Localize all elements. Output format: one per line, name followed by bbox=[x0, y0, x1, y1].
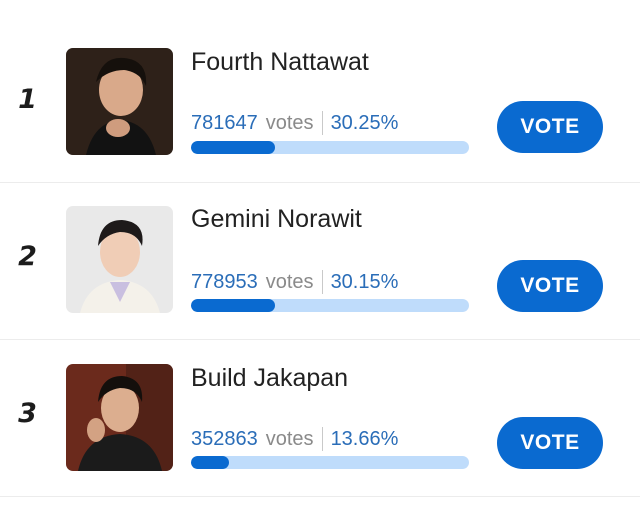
vote-percentage: 30.15% bbox=[330, 270, 399, 293]
vote-progress-fill bbox=[191, 141, 276, 154]
candidate-photo bbox=[66, 364, 173, 471]
rank-number: 1 bbox=[18, 84, 37, 115]
candidate-photo bbox=[66, 48, 173, 155]
vote-stats: 352863 votes 13.66% bbox=[191, 426, 398, 452]
vote-progress-bar bbox=[191, 299, 469, 312]
vote-progress-bar bbox=[191, 456, 469, 469]
candidate-photo bbox=[66, 206, 173, 313]
vote-percentage: 13.66% bbox=[330, 427, 399, 450]
vote-percentage: 30.25% bbox=[330, 111, 399, 134]
vote-progress-bar bbox=[191, 141, 469, 154]
candidate-row: 1 Fourth Nattawat 781647 votes 30.25% VO… bbox=[0, 26, 640, 183]
divider bbox=[321, 270, 323, 294]
divider bbox=[321, 427, 323, 451]
portrait-photo-icon bbox=[66, 48, 173, 155]
divider bbox=[321, 111, 323, 135]
vote-stats: 778953 votes 30.15% bbox=[191, 269, 398, 295]
vote-progress-fill bbox=[191, 299, 275, 312]
rank-number: 2 bbox=[18, 241, 37, 272]
votes-label: votes bbox=[265, 270, 314, 293]
vote-button[interactable]: VOTE bbox=[497, 417, 603, 469]
vote-count: 352863 bbox=[191, 427, 258, 450]
votes-label: votes bbox=[265, 427, 314, 450]
vote-stats: 781647 votes 30.25% bbox=[191, 110, 398, 136]
vote-count: 781647 bbox=[191, 111, 258, 134]
vote-progress-fill bbox=[191, 456, 229, 469]
votes-label: votes bbox=[265, 111, 314, 134]
vote-ranking-list: 1 Fourth Nattawat 781647 votes 30.25% VO… bbox=[0, 0, 640, 511]
candidate-row: 3 Build Jakapan 352863 votes 13.66% VOTE bbox=[0, 340, 640, 497]
vote-count: 778953 bbox=[191, 270, 258, 293]
vote-button[interactable]: VOTE bbox=[497, 260, 603, 312]
candidate-name: Gemini Norawit bbox=[191, 205, 362, 233]
vote-button[interactable]: VOTE bbox=[497, 101, 603, 153]
candidate-name: Fourth Nattawat bbox=[191, 48, 369, 76]
portrait-photo-icon bbox=[66, 206, 173, 313]
candidate-name: Build Jakapan bbox=[191, 364, 349, 392]
rank-number: 3 bbox=[18, 398, 37, 429]
portrait-photo-icon bbox=[66, 364, 173, 471]
candidate-row: 2 Gemini Norawit 778953 votes 30.15% VOT… bbox=[0, 183, 640, 340]
